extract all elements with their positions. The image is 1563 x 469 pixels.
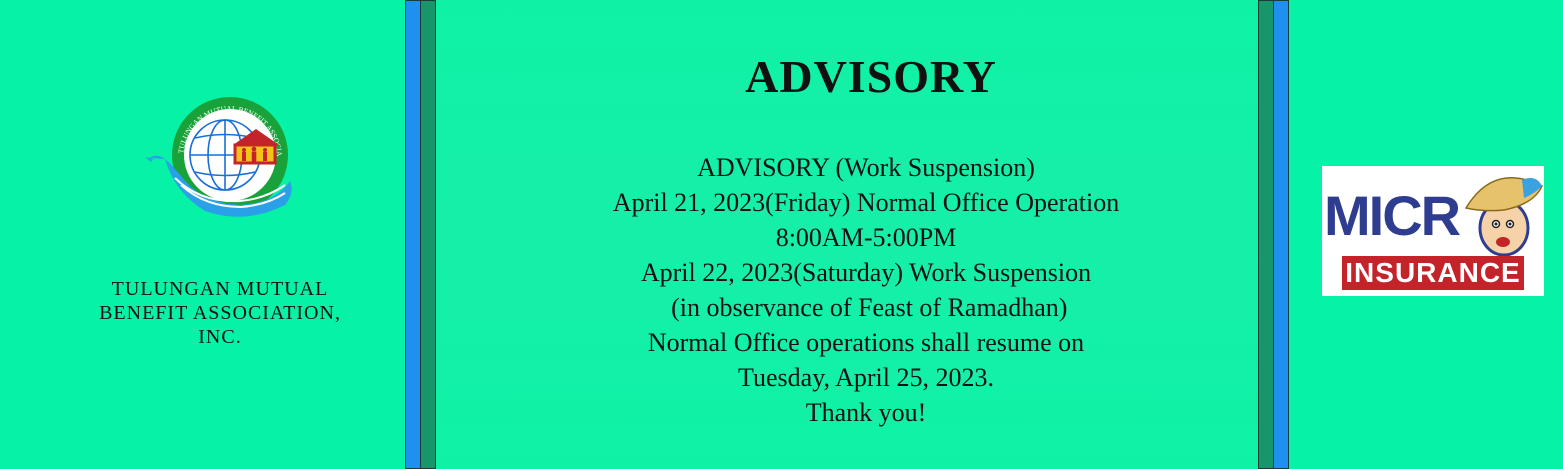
advisory-line: April 21, 2023(Friday) Normal Office Ope…	[612, 188, 1120, 217]
micro-label: MICR	[1324, 184, 1461, 247]
micro-insurance-logo: MICR INSURANCE	[1322, 166, 1544, 296]
advisory-title: ADVISORY	[745, 51, 997, 102]
divider-bar-green-left	[420, 0, 436, 469]
org-name-line: BENEFIT ASSOCIATION,	[99, 302, 341, 324]
advisory-line: Normal Office operations shall resume on	[647, 328, 1085, 357]
advisory-line: ADVISORY (Work Suspension)	[697, 153, 1035, 182]
advisory-line: Thank you!	[805, 398, 927, 427]
org-name-line: TULUNGAN MUTUAL	[111, 278, 329, 300]
tmba-logo-icon: TULUNGAN MUTUAL BENEFIT ASSOCIATION, INC…	[145, 93, 292, 217]
advisory-line: Tuesday, April 25, 2023.	[738, 363, 994, 392]
organization-name: TULUNGAN MUTUAL BENEFIT ASSOCIATION, INC…	[60, 277, 380, 349]
advisory-line: (in observance of Feast of Ramadhan)	[664, 293, 1068, 322]
advisory-line: April 22, 2023(Saturday) Work Suspension	[640, 258, 1092, 287]
left-panel	[0, 0, 405, 469]
insurance-label: INSURANCE	[1342, 256, 1524, 290]
farmer-mascot-icon	[1464, 177, 1543, 257]
org-name-line: INC.	[198, 326, 242, 348]
advisory-body: ADVISORY (Work Suspension) April 21, 202…	[436, 150, 1296, 430]
divider-bar-blue-left	[405, 0, 421, 469]
advisory-line: 8:00AM-5:00PM	[775, 223, 957, 252]
